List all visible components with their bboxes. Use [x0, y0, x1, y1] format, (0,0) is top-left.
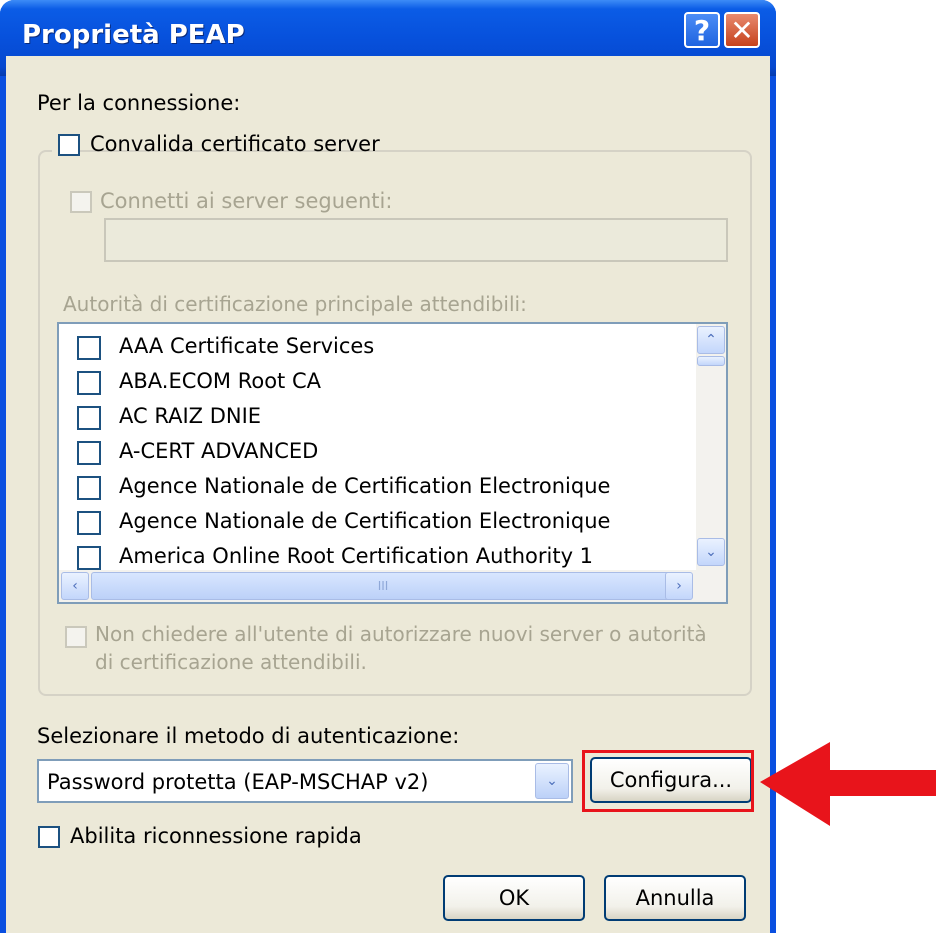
certificate-checkbox[interactable] [77, 371, 101, 395]
dialog-body: Per la connessione: Convalida certificat… [6, 56, 770, 933]
fast-reconnect-checkbox[interactable] [38, 826, 60, 848]
no-prompt-label-line1: Non chiedere all'utente di autorizzare n… [95, 622, 707, 646]
auth-method-label: Selezionare il metodo di autenticazione: [37, 724, 460, 748]
no-prompt-label-line2: di certificazione attendibili. [95, 650, 367, 674]
certificate-list[interactable]: AAA Certificate Services ABA.ECOM Root C… [57, 322, 728, 604]
auth-method-select[interactable]: Password protetta (EAP-MSCHAP v2) ⌄ [37, 759, 573, 803]
cancel-button[interactable]: Annulla [604, 875, 746, 921]
scroll-left-icon[interactable]: ‹ [61, 572, 89, 600]
connect-servers-label: Connetti ai server seguenti: [100, 189, 393, 213]
dialog-window: Proprietà PEAP ? ✕ Per la connessione: C… [0, 0, 776, 933]
certificate-label: Agence Nationale de Certification Electr… [119, 474, 611, 498]
servers-input[interactable] [104, 218, 728, 262]
certificate-checkbox[interactable] [77, 406, 101, 430]
validate-cert-checkbox[interactable] [58, 134, 80, 156]
scroll-down-icon[interactable]: ⌄ [697, 538, 725, 566]
vertical-scrollbar[interactable]: ⌃ ⌄ [696, 324, 726, 570]
grip-icon: III [377, 579, 389, 593]
vertical-scroll-thumb[interactable] [697, 356, 725, 366]
trusted-roots-label: Autorità di certificazione principale at… [63, 292, 527, 316]
certificate-label: AC RAIZ DNIE [119, 404, 262, 428]
certificate-label: A-CERT ADVANCED [119, 439, 319, 463]
connect-servers-checkbox[interactable] [70, 191, 92, 213]
validate-cert-caption: Convalida certificato server [52, 130, 380, 160]
connection-label: Per la connessione: [37, 91, 241, 115]
horizontal-scroll-thumb[interactable]: III [91, 572, 675, 600]
scroll-right-icon[interactable]: › [665, 572, 693, 600]
no-prompt-checkbox[interactable] [65, 626, 87, 648]
certificate-label: ABA.ECOM Root CA [119, 369, 321, 393]
highlight-box [582, 750, 754, 812]
help-button[interactable]: ? [684, 12, 720, 48]
certificate-label: AAA Certificate Services [119, 334, 375, 358]
close-button[interactable]: ✕ [724, 12, 760, 48]
scroll-up-icon[interactable]: ⌃ [697, 326, 725, 354]
certificate-checkbox[interactable] [77, 476, 101, 500]
certificate-checkbox[interactable] [77, 546, 101, 570]
validate-cert-label: Convalida certificato server [90, 132, 380, 156]
auth-method-value: Password protetta (EAP-MSCHAP v2) [47, 770, 429, 794]
certificate-checkbox[interactable] [77, 511, 101, 535]
ok-button[interactable]: OK [443, 875, 585, 921]
horizontal-scrollbar[interactable]: ‹ III › [59, 570, 726, 602]
certificate-label: America Online Root Certification Author… [119, 544, 594, 568]
red-arrow-icon [760, 742, 936, 826]
certificate-label: Agence Nationale de Certification Electr… [119, 509, 611, 533]
fast-reconnect-label: Abilita riconnessione rapida [70, 824, 362, 848]
chevron-down-icon[interactable]: ⌄ [535, 763, 569, 799]
window-title: Proprietà PEAP [22, 20, 245, 50]
certificate-checkbox[interactable] [77, 336, 101, 360]
certificate-checkbox[interactable] [77, 441, 101, 465]
